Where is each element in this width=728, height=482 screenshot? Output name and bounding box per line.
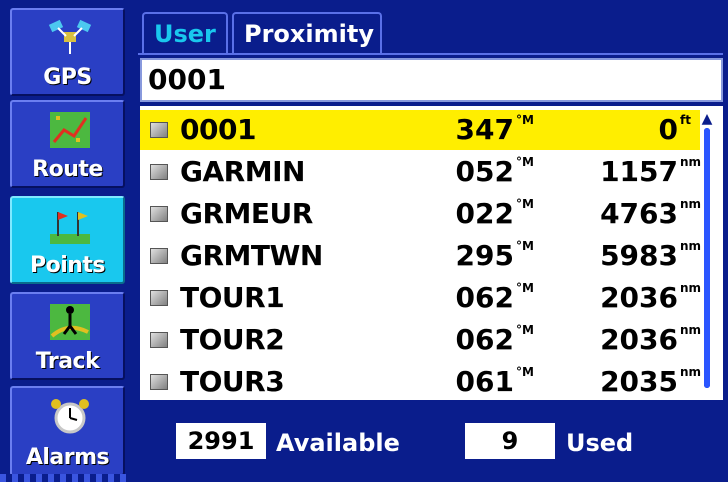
list-item[interactable]: TOUR3 061 °M 2035 nm [140, 362, 702, 402]
waypoint-name: 0001 [180, 113, 256, 146]
distance-unit: nm [680, 197, 702, 211]
waypoint-distance: 0 [658, 113, 678, 146]
tab-divider [138, 53, 723, 55]
sidebar-item-label: GPS [43, 65, 92, 90]
sidebar-item-gps[interactable]: GPS [10, 8, 125, 96]
waypoint-name: TOUR3 [180, 365, 285, 398]
waypoint-name: GRMTWN [180, 239, 323, 272]
waypoint-bearing: 295 [455, 239, 514, 272]
waypoint-icon [150, 122, 168, 138]
sidebar-item-label: Points [29, 253, 106, 278]
flags-icon [50, 212, 90, 244]
hiker-icon [50, 304, 90, 340]
waypoint-distance: 4763 [600, 197, 678, 230]
alarm-clock-icon [51, 399, 89, 434]
bearing-unit: °M [516, 197, 534, 211]
waypoint-name: GARMIN [180, 155, 305, 188]
waypoint-bearing: 062 [455, 281, 514, 314]
list-item[interactable]: TOUR1 062 °M 2036 nm [140, 278, 702, 318]
waypoint-name: GRMEUR [180, 197, 313, 230]
waypoint-name: TOUR1 [180, 281, 285, 314]
sidebar-item-route[interactable]: Route [10, 100, 125, 188]
waypoint-icon [150, 374, 168, 390]
sidebar-item-track[interactable]: Track [10, 292, 125, 380]
distance-unit: nm [680, 365, 702, 379]
bearing-unit: °M [516, 365, 534, 379]
list-item[interactable]: GARMIN 052 °M 1157 nm [140, 152, 702, 192]
waypoint-bearing: 052 [455, 155, 514, 188]
waypoint-icon [150, 164, 168, 180]
distance-unit: nm [680, 281, 702, 295]
waypoint-list: 0001 347 °M 0 ft GARMIN 052 °M 1157 nm G… [140, 106, 723, 400]
distance-unit: ft [680, 113, 691, 127]
bearing-unit: °M [516, 323, 534, 337]
waypoint-bearing: 062 [455, 323, 514, 356]
list-item[interactable]: GRMEUR 022 °M 4763 nm [140, 194, 702, 234]
sidebar-item-label: Route [32, 157, 103, 182]
list-item[interactable]: 0001 347 °M 0 ft [140, 110, 700, 150]
available-label: Available [276, 429, 400, 457]
bearing-unit: °M [516, 155, 534, 169]
sidebar: GPS Route Points Track Alarms [0, 0, 132, 482]
sidebar-item-label: Track [35, 349, 100, 374]
list-scrollbar[interactable]: ▲ [700, 112, 714, 396]
waypoint-icon [150, 206, 168, 222]
bearing-unit: °M [516, 281, 534, 295]
waypoint-icon [150, 290, 168, 306]
sidebar-item-points[interactable]: Points [10, 196, 125, 284]
distance-unit: nm [680, 239, 702, 253]
waypoint-distance: 5983 [600, 239, 678, 272]
waypoint-distance: 2036 [600, 323, 678, 356]
satellite-icon [48, 19, 92, 54]
waypoint-name: TOUR2 [180, 323, 285, 356]
tab-proximity[interactable]: Proximity [232, 12, 382, 54]
right-edge [723, 0, 728, 482]
sidebar-item-alarms[interactable]: Alarms [10, 386, 125, 476]
waypoint-bearing: 022 [455, 197, 514, 230]
waypoint-distance: 1157 [600, 155, 678, 188]
available-count: 2991 [176, 423, 266, 459]
waypoint-icon [150, 248, 168, 264]
list-item[interactable]: TOUR2 062 °M 2036 nm [140, 320, 702, 360]
route-icon [50, 112, 90, 148]
waypoint-bearing: 347 [455, 113, 514, 146]
tab-user[interactable]: User [142, 12, 228, 54]
sidebar-item-label: Alarms [25, 445, 110, 470]
waypoint-distance: 2036 [600, 281, 678, 314]
bearing-unit: °M [516, 113, 534, 127]
bearing-unit: °M [516, 239, 534, 253]
waypoint-icon [150, 332, 168, 348]
scroll-thumb[interactable] [704, 128, 710, 388]
distance-unit: nm [680, 323, 702, 337]
scroll-up-arrow-icon[interactable]: ▲ [700, 112, 714, 126]
bottom-strip [0, 474, 132, 482]
search-input[interactable]: 0001 [140, 58, 723, 102]
waypoint-distance: 2035 [600, 365, 678, 398]
used-label: Used [566, 429, 634, 457]
list-item[interactable]: GRMTWN 295 °M 5983 nm [140, 236, 702, 276]
waypoint-bearing: 061 [455, 365, 514, 398]
used-count: 9 [465, 423, 555, 459]
distance-unit: nm [680, 155, 702, 169]
